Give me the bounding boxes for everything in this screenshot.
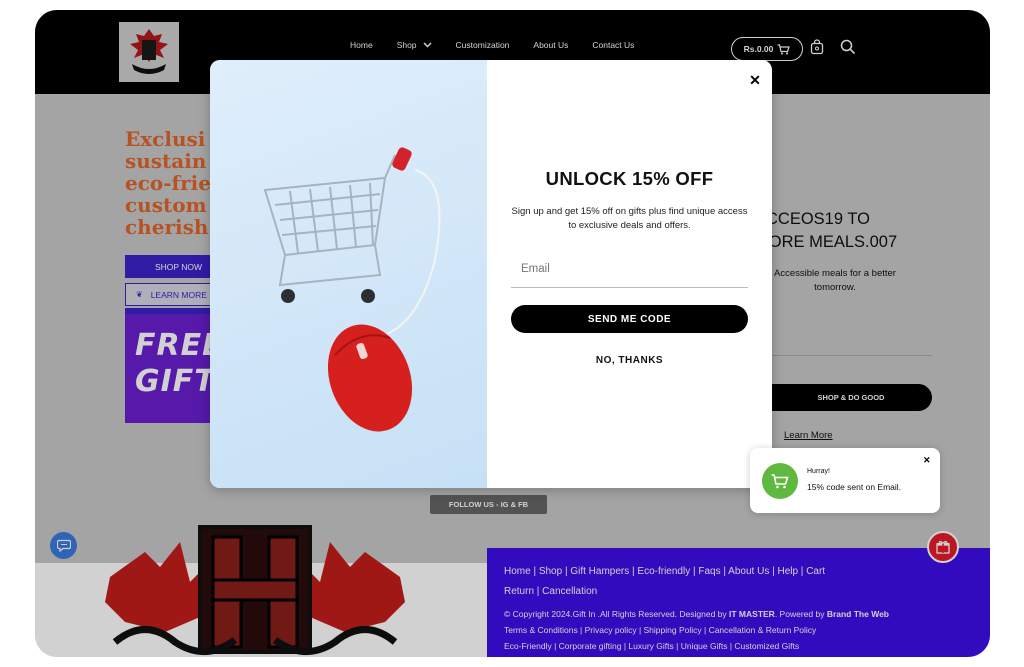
website-frame: Home Shop Customization About Us Contact… bbox=[35, 10, 990, 657]
no-thanks-button[interactable]: NO, THANKS bbox=[511, 355, 748, 366]
cart-icon bbox=[762, 463, 798, 499]
discount-popup: ✕ UNLOCK 15% OFF Sign up and get 15% off… bbox=[210, 60, 772, 488]
popup-title: UNLOCK 15% OFF bbox=[545, 168, 714, 189]
close-icon[interactable]: ✕ bbox=[923, 455, 931, 466]
popup-subtitle: Sign up and get 15% off on gifts plus fi… bbox=[511, 206, 748, 231]
close-icon[interactable]: ✕ bbox=[745, 70, 765, 90]
email-field[interactable] bbox=[511, 250, 748, 288]
send-code-button[interactable]: SEND ME CODE bbox=[511, 305, 748, 333]
notification-toast: Hurray! 15% code sent on Email. ✕ bbox=[750, 448, 940, 513]
toast-message: 15% code sent on Email. bbox=[807, 482, 902, 492]
toast-title: Hurray! bbox=[807, 468, 830, 475]
popup-image bbox=[210, 60, 487, 488]
